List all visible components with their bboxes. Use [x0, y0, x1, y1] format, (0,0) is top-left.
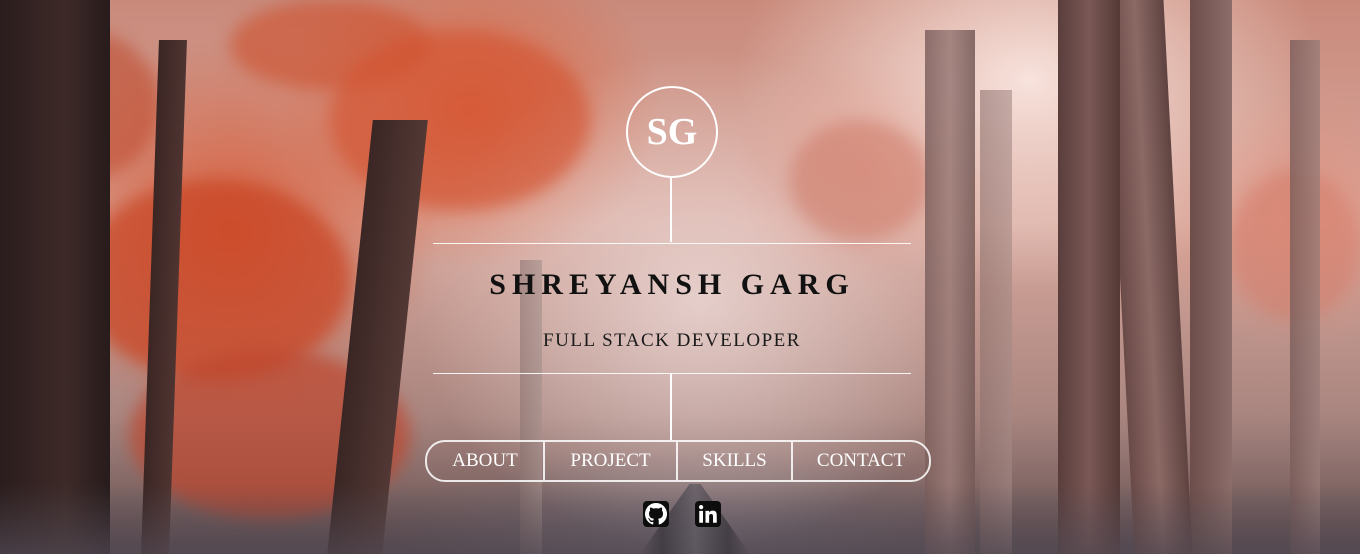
tree-trunk [1058, 0, 1120, 554]
foliage [790, 120, 930, 240]
connector-line-bottom [670, 374, 672, 440]
foliage [80, 180, 350, 380]
monogram-logo: SG [626, 86, 718, 178]
github-icon [645, 503, 667, 525]
tree-trunk [1290, 40, 1320, 554]
nav-contact[interactable]: CONTACT [791, 442, 929, 480]
nav-skills[interactable]: SKILLS [676, 442, 791, 480]
github-link[interactable] [643, 501, 669, 527]
linkedin-link[interactable] [695, 501, 721, 527]
linkedin-icon [699, 505, 717, 523]
tree-trunk [0, 0, 110, 554]
hero-subtitle: FULL STACK DEVELOPER [543, 330, 801, 351]
monogram-text: SG [646, 111, 698, 153]
tree-trunk [925, 30, 975, 554]
nav-about[interactable]: ABOUT [427, 442, 543, 480]
tree-trunk [1190, 0, 1232, 554]
nav-project[interactable]: PROJECT [543, 442, 676, 480]
hero-name: SHREYANSH GARG [489, 268, 855, 301]
divider-bottom [433, 373, 911, 374]
main-nav: ABOUT PROJECT SKILLS CONTACT [425, 440, 931, 482]
divider-top [433, 243, 911, 244]
connector-line-top [670, 178, 672, 242]
